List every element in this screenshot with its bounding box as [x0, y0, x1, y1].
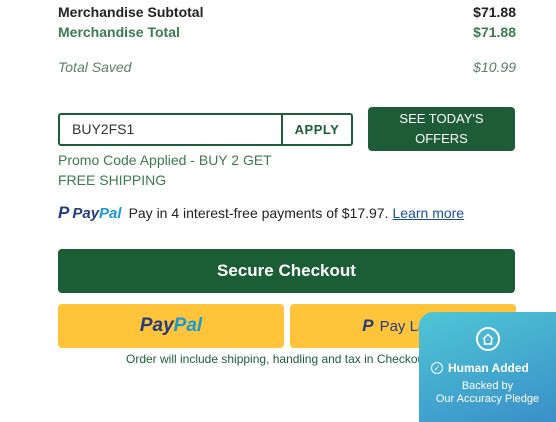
badge-line-2: Our Accuracy Pledge — [435, 393, 540, 405]
paypal-icon: P — [58, 203, 70, 222]
total-row: Merchandise Total $71.88 — [58, 24, 516, 40]
subtotal-value: $71.88 — [473, 4, 516, 20]
apply-button[interactable]: APPLY — [281, 113, 353, 146]
check-icon: ✓ — [431, 362, 443, 374]
paypal-checkout-button[interactable]: Pay Pal — [58, 304, 284, 348]
promo-applied-message: Promo Code Applied - BUY 2 GET FREE SHIP… — [58, 152, 272, 188]
secure-checkout-button[interactable]: Secure Checkout — [58, 249, 515, 293]
subtotal-row: Merchandise Subtotal $71.88 — [58, 4, 516, 20]
saved-value: $10.99 — [473, 59, 516, 75]
saved-row: Total Saved $10.99 — [58, 59, 516, 75]
paypal-icon: P — [362, 316, 374, 335]
house-icon — [476, 327, 500, 351]
total-label: Merchandise Total — [58, 24, 180, 40]
accuracy-pledge-badge[interactable]: ✓ Human Added Backed by Our Accuracy Ple… — [419, 312, 556, 422]
installment-text: Pay in 4 interest-free payments of $17.9… — [128, 205, 389, 221]
learn-more-link[interactable]: Learn more — [393, 205, 465, 221]
promo-code-input[interactable]: BUY2FS1 — [58, 113, 282, 146]
total-value: $71.88 — [473, 24, 516, 40]
subtotal-label: Merchandise Subtotal — [58, 4, 204, 20]
paypal-logo: PayPal — [72, 204, 122, 222]
paypal-installment-message: P PayPal Pay in 4 interest-free payments… — [58, 203, 464, 223]
human-added-label: ✓ Human Added — [431, 361, 529, 375]
badge-line-1: Backed by — [461, 380, 514, 392]
order-note: Order will include shipping, handling an… — [126, 352, 431, 366]
saved-label: Total Saved — [58, 59, 132, 75]
see-todays-offers-button[interactable]: SEE TODAY'S OFFERS — [368, 107, 515, 151]
